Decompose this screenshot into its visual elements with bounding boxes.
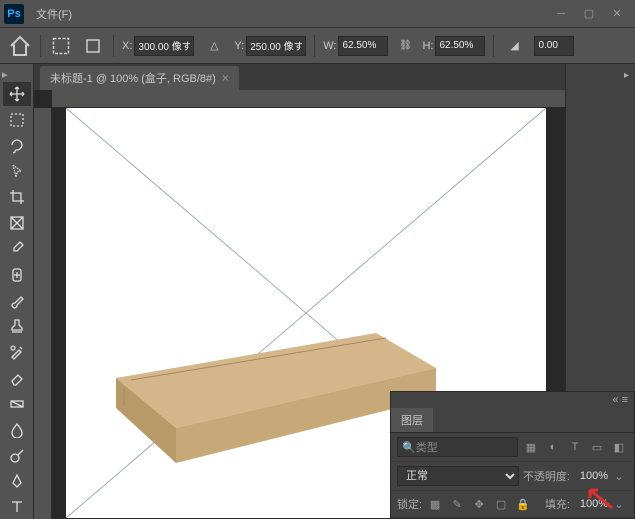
blend-mode-select[interactable]: 正常 [397, 466, 519, 486]
options-bar: X: △ Y: W: ⛓ H: ◢ [0, 28, 635, 64]
fill-label: 填充: [545, 496, 570, 512]
layer-filter-input[interactable]: 🔍 类型 [397, 437, 518, 457]
link-wh-icon[interactable]: ⛓ [396, 37, 414, 55]
w-label: W: [323, 40, 336, 52]
filter-smart-icon[interactable]: ◧ [610, 438, 628, 456]
transform-bounds-icon[interactable] [49, 34, 73, 58]
dodge-tool[interactable] [3, 444, 31, 468]
layers-panel: « ≡ 图层 🔍 类型 ▦ ◐ T ▭ ◧ 正常 不透明度: ⌄ 锁定: ▩ ✎… [390, 391, 635, 519]
reference-point-icon[interactable] [81, 34, 105, 58]
angle-icon: ◢ [502, 34, 526, 58]
filter-type-icon[interactable]: T [566, 438, 584, 456]
brush-tool[interactable] [3, 289, 31, 313]
close-button[interactable]: ✕ [603, 4, 631, 24]
lock-label: 锁定: [397, 496, 422, 512]
swap-xy-icon[interactable]: △ [202, 34, 226, 58]
expand-toolbox-icon[interactable]: ▸ [2, 68, 12, 78]
maximize-button[interactable]: ▢ [575, 4, 603, 24]
w-input[interactable] [338, 36, 388, 56]
ruler-horizontal [52, 90, 565, 108]
lock-position-icon[interactable]: ✥ [470, 495, 488, 513]
close-tab-icon[interactable]: × [222, 71, 229, 85]
lock-brush-icon[interactable]: ✎ [448, 495, 466, 513]
filter-adjust-icon[interactable]: ◐ [544, 438, 562, 456]
angle-input[interactable] [534, 36, 574, 56]
blur-tool[interactable] [3, 418, 31, 442]
filter-shape-icon[interactable]: ▭ [588, 438, 606, 456]
stamp-tool[interactable] [3, 314, 31, 338]
filter-image-icon[interactable]: ▦ [522, 438, 540, 456]
app-logo: Ps [4, 4, 24, 24]
type-tool[interactable] [3, 495, 31, 519]
toolbox: ▸ [0, 64, 34, 519]
document-tabbar: 未标题-1 @ 100% (盒子, RGB/8#) × [34, 64, 565, 90]
move-tool[interactable] [3, 82, 31, 106]
crop-tool[interactable] [3, 185, 31, 209]
document-tab[interactable]: 未标题-1 @ 100% (盒子, RGB/8#) × [40, 66, 239, 90]
history-brush-tool[interactable] [3, 340, 31, 364]
lock-artboard-icon[interactable]: ▢ [492, 495, 510, 513]
menu-item[interactable]: 文件(F) [30, 2, 78, 26]
fill-chevron-icon[interactable]: ⌄ [610, 495, 628, 513]
healing-tool[interactable] [3, 263, 31, 287]
lock-all-icon[interactable]: 🔒 [514, 495, 532, 513]
x-label: X: [122, 40, 132, 52]
y-input[interactable] [246, 36, 306, 56]
gradient-tool[interactable] [3, 392, 31, 416]
h-input[interactable] [435, 36, 485, 56]
layers-tab[interactable]: 图层 [391, 408, 433, 432]
eraser-tool[interactable] [3, 366, 31, 390]
opacity-chevron-icon[interactable]: ⌄ [610, 467, 628, 485]
eyedropper-tool[interactable] [3, 237, 31, 261]
opacity-input[interactable] [574, 470, 608, 482]
frame-tool[interactable] [3, 211, 31, 235]
opacity-label: 不透明度: [523, 468, 570, 484]
x-input[interactable] [134, 36, 194, 56]
h-label: H: [422, 40, 433, 52]
marquee-tool[interactable] [3, 108, 31, 132]
lasso-tool[interactable] [3, 134, 31, 158]
home-icon[interactable] [8, 34, 32, 58]
quick-select-tool[interactable] [3, 159, 31, 183]
lock-pixels-icon[interactable]: ▩ [426, 495, 444, 513]
pen-tool[interactable] [3, 469, 31, 493]
document-tab-title: 未标题-1 @ 100% (盒子, RGB/8#) [50, 70, 216, 86]
y-label: Y: [234, 40, 244, 52]
dock-collapse-icon[interactable]: ▸ [566, 70, 635, 81]
minimize-button[interactable]: ─ [547, 4, 575, 24]
menubar: Ps 文件(F) ─ ▢ ✕ [0, 0, 635, 28]
ruler-vertical [34, 108, 52, 519]
fill-input[interactable] [574, 498, 608, 510]
panel-expand-icon[interactable]: « ≡ [612, 394, 628, 406]
